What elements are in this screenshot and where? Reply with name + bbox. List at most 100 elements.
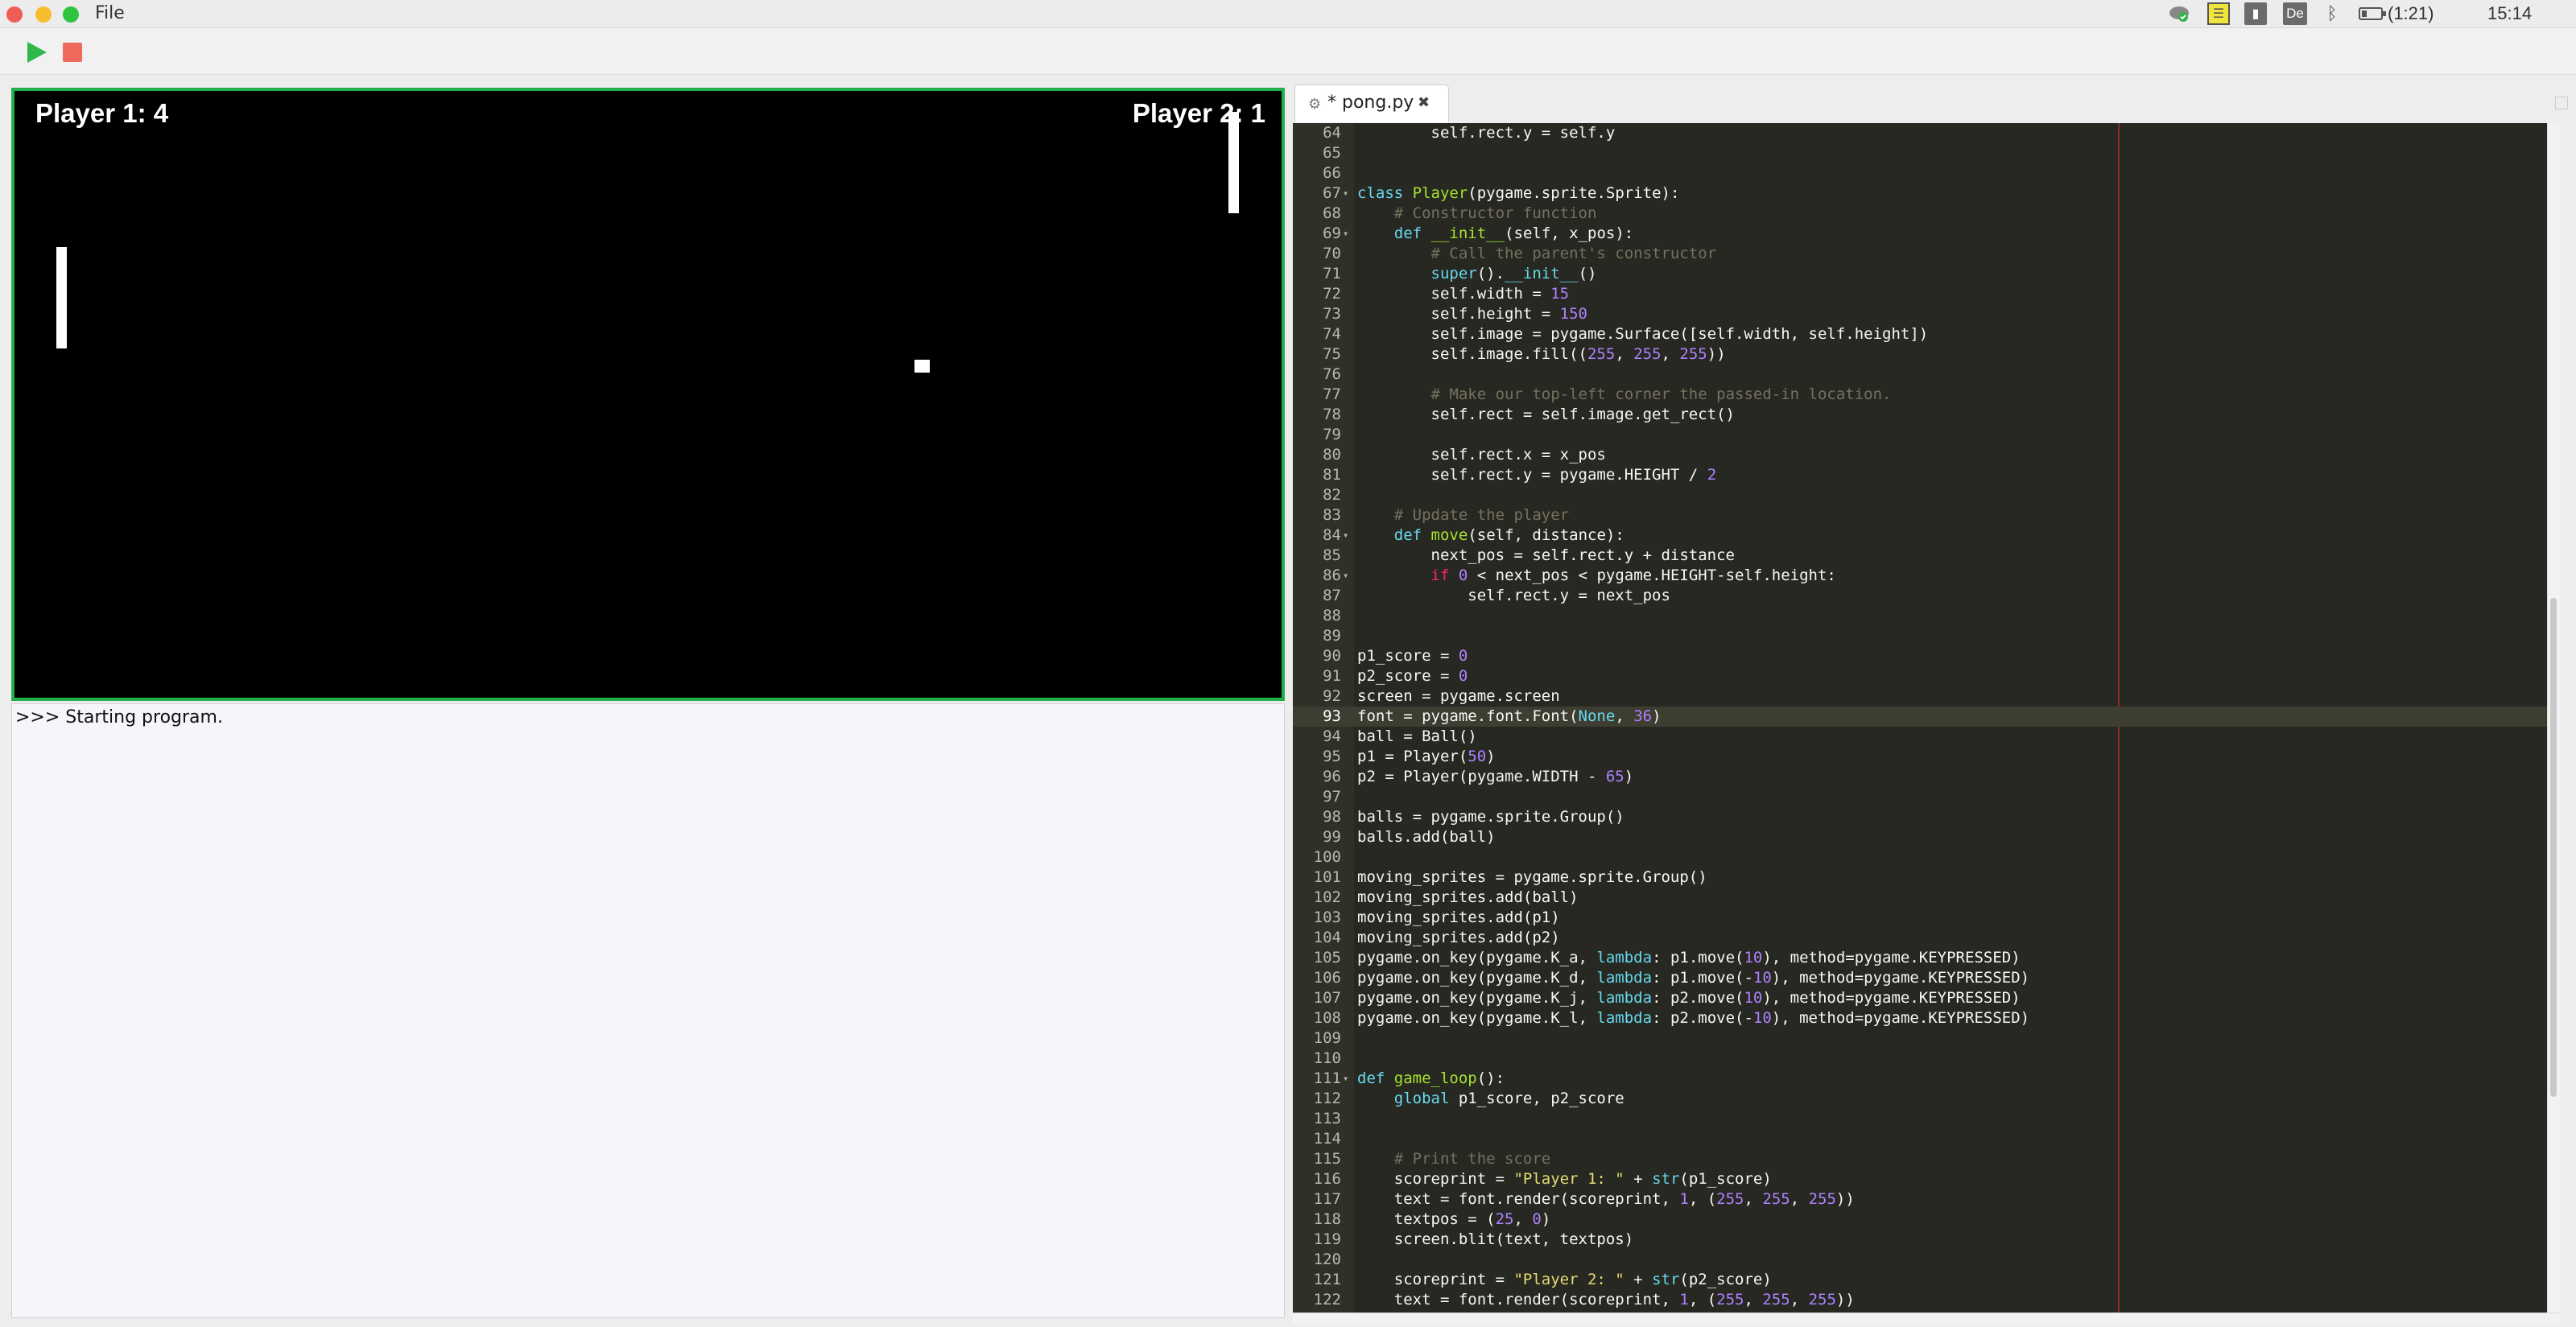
code-line[interactable]: 96 p2 = Player(pygame.WIDTH - 65) (1293, 767, 2547, 787)
window-maximize-button[interactable] (63, 6, 79, 23)
code-line[interactable]: 73 self.height = 150 (1293, 304, 2547, 324)
code-text: # Update the player (1393, 506, 1570, 524)
code-line[interactable]: 81 self.rect.y = pygame.HEIGHT / 2 (1293, 465, 2547, 485)
code-line[interactable]: 70 # Call the parent's constructor (1293, 244, 2547, 264)
fold-arrow-icon[interactable]: ▾ (1343, 525, 1348, 546)
code-line[interactable]: 74 self.image = pygame.Surface([self.wid… (1293, 324, 2547, 344)
line-number: 107 (1313, 989, 1341, 1007)
menu-file[interactable]: File (95, 2, 125, 25)
system-monitor-icon[interactable]: ▮ (2242, 0, 2269, 27)
code-text: balls.add(ball) (1357, 828, 1496, 846)
code-line[interactable]: 105 pygame.on_key(pygame.K_a, lambda: p1.… (1293, 948, 2547, 968)
sticky-notes-icon[interactable]: ☰ (2205, 0, 2232, 27)
keyboard-layout-indicator[interactable]: De (2281, 0, 2309, 27)
apple-logo-icon[interactable] (2549, 0, 2573, 27)
code-line[interactable]: 64 self.rect.y = self.y (1293, 123, 2547, 143)
line-number: 83 (1323, 506, 1341, 524)
close-icon[interactable]: ✖ (1418, 94, 1430, 111)
code-line[interactable]: 66 (1293, 163, 2547, 183)
code-line[interactable]: 86 ▾ if 0 < next_pos < pygame.HEIGHT-self… (1293, 566, 2547, 586)
code-line[interactable]: 117 text = font.render(scoreprint, 1, (2… (1293, 1189, 2547, 1210)
console-output[interactable]: >>> Starting program. (11, 703, 1285, 1318)
clock[interactable]: 15:14 (2487, 0, 2532, 27)
code-line[interactable]: 100 (1293, 847, 2547, 867)
fold-arrow-icon[interactable]: ▾ (1343, 183, 1348, 204)
window-minimize-button[interactable] (35, 6, 52, 23)
fold-arrow-icon[interactable]: ▾ (1343, 1069, 1348, 1089)
tab-overflow-icon[interactable] (2555, 97, 2568, 109)
battery-time: (1:21) (2388, 3, 2434, 23)
code-line[interactable]: 109 (1293, 1028, 2547, 1049)
code-line[interactable]: 94 ball = Ball() (1293, 727, 2547, 747)
fold-arrow-icon[interactable]: ▾ (1343, 566, 1348, 586)
code-line[interactable]: 88 (1293, 606, 2547, 626)
code-line[interactable]: 98 balls = pygame.sprite.Group() (1293, 807, 2547, 827)
run-button[interactable] (24, 40, 48, 64)
code-line[interactable]: 107 pygame.on_key(pygame.K_j, lambda: p2.… (1293, 988, 2547, 1008)
code-line[interactable]: 115 # Print the score (1293, 1149, 2547, 1169)
stop-button[interactable] (63, 43, 82, 62)
line-number: 88 (1323, 607, 1341, 624)
code-line[interactable]: 77 # Make our top-left corner the passed… (1293, 385, 2547, 405)
code-line[interactable]: 89 (1293, 626, 2547, 646)
code-line[interactable]: 111 ▾ def game_loop(): (1293, 1069, 2547, 1089)
code-line[interactable]: 112 global p1_score, p2_score (1293, 1089, 2547, 1109)
editor-vertical-scrollbar[interactable] (2547, 123, 2560, 1313)
code-line[interactable]: 68 # Constructor function (1293, 204, 2547, 224)
code-line[interactable]: 82 (1293, 485, 2547, 505)
cloud-sync-icon[interactable] (2165, 0, 2193, 27)
code-line[interactable]: 121 scoreprint = "Player 2: " + str(p2_s… (1293, 1270, 2547, 1290)
code-line[interactable]: 75 self.image.fill((255, 255, 255)) (1293, 344, 2547, 365)
code-line[interactable]: 80 self.rect.x = x_pos (1293, 445, 2547, 465)
code-line[interactable]: 116 scoreprint = "Player 1: " + str(p1_s… (1293, 1169, 2547, 1189)
code-line[interactable]: 72 self.width = 15 (1293, 284, 2547, 304)
code-line[interactable]: 65 (1293, 143, 2547, 163)
code-line[interactable]: 113 (1293, 1109, 2547, 1129)
code-line[interactable]: 93 font = pygame.font.Font(None, 36) (1293, 707, 2547, 727)
tab-pong-py[interactable]: ⚙ * pong.py ✖ (1294, 84, 1449, 122)
code-line[interactable]: 97 (1293, 787, 2547, 807)
code-line[interactable]: 101 moving_sprites = pygame.sprite.Group(… (1293, 867, 2547, 888)
code-line[interactable]: 108 pygame.on_key(pygame.K_l, lambda: p2.… (1293, 1008, 2547, 1028)
code-line[interactable]: 120 (1293, 1250, 2547, 1270)
code-line[interactable]: 95 p1 = Player(50) (1293, 747, 2547, 767)
scrollbar-thumb[interactable] (2550, 598, 2557, 1097)
line-number: 85 (1323, 546, 1341, 564)
code-line[interactable]: 110 (1293, 1049, 2547, 1069)
window-close-button[interactable] (6, 6, 23, 23)
code-line[interactable]: 83 # Update the player (1293, 505, 2547, 525)
code-line[interactable]: 91 p2_score = 0 (1293, 666, 2547, 686)
battery-indicator[interactable]: (1:21) (2359, 0, 2471, 27)
code-line[interactable]: 71 super().__init__() (1293, 264, 2547, 284)
code-line[interactable]: 85 next_pos = self.rect.y + distance (1293, 546, 2547, 566)
code-line[interactable]: 99 balls.add(ball) (1293, 827, 2547, 847)
code-line[interactable]: 90 p1_score = 0 (1293, 646, 2547, 666)
code-line[interactable]: 104 moving_sprites.add(p2) (1293, 928, 2547, 948)
code-line[interactable]: 102 moving_sprites.add(ball) (1293, 888, 2547, 908)
fold-arrow-icon[interactable]: ▾ (1343, 224, 1348, 244)
code-line[interactable]: 106 pygame.on_key(pygame.K_d, lambda: p1.… (1293, 968, 2547, 988)
code-line[interactable]: 119 screen.blit(text, textpos) (1293, 1230, 2547, 1250)
code-line[interactable]: 76 (1293, 365, 2547, 385)
code-line[interactable]: 92 screen = pygame.screen (1293, 686, 2547, 707)
code-line[interactable]: 87 self.rect.y = next_pos (1293, 586, 2547, 606)
code-line[interactable]: 79 (1293, 425, 2547, 445)
line-number: 100 (1313, 848, 1341, 866)
code-line[interactable]: 103 moving_sprites.add(p1) (1293, 908, 2547, 928)
line-number: 111 (1313, 1069, 1341, 1087)
code-editor[interactable]: 64 self.rect.y = self.y 65 66 67 ▾ class Play… (1293, 123, 2547, 1313)
code-line[interactable]: 114 (1293, 1129, 2547, 1149)
code-line[interactable]: 84 ▾ def move(self, distance): (1293, 525, 2547, 546)
code-line[interactable]: 67 ▾ class Player(pygame.sprite.Sprite): (1293, 183, 2547, 204)
editor-horizontal-scrollbar[interactable] (1293, 1313, 2560, 1324)
code-line[interactable]: 78 self.rect = self.image.get_rect() (1293, 405, 2547, 425)
code-text: pygame.on_key(pygame.K_a, lambda: p1.mov… (1357, 949, 2021, 966)
line-number: 96 (1323, 768, 1341, 785)
code-line[interactable]: 122 text = font.render(scoreprint, 1, (2… (1293, 1290, 2547, 1310)
code-line[interactable]: 118 textpos = (25, 0) (1293, 1210, 2547, 1230)
bluetooth-icon[interactable]: ᛒ (2320, 0, 2344, 27)
code-line[interactable]: 69 ▾ def __init__(self, x_pos): (1293, 224, 2547, 244)
console-line: >>> Starting program. (15, 707, 223, 727)
game-canvas[interactable]: Player 1: 4 Player 2: 1 (11, 88, 1285, 701)
code-text: p2 = Player(pygame.WIDTH - 65) (1357, 768, 1634, 785)
